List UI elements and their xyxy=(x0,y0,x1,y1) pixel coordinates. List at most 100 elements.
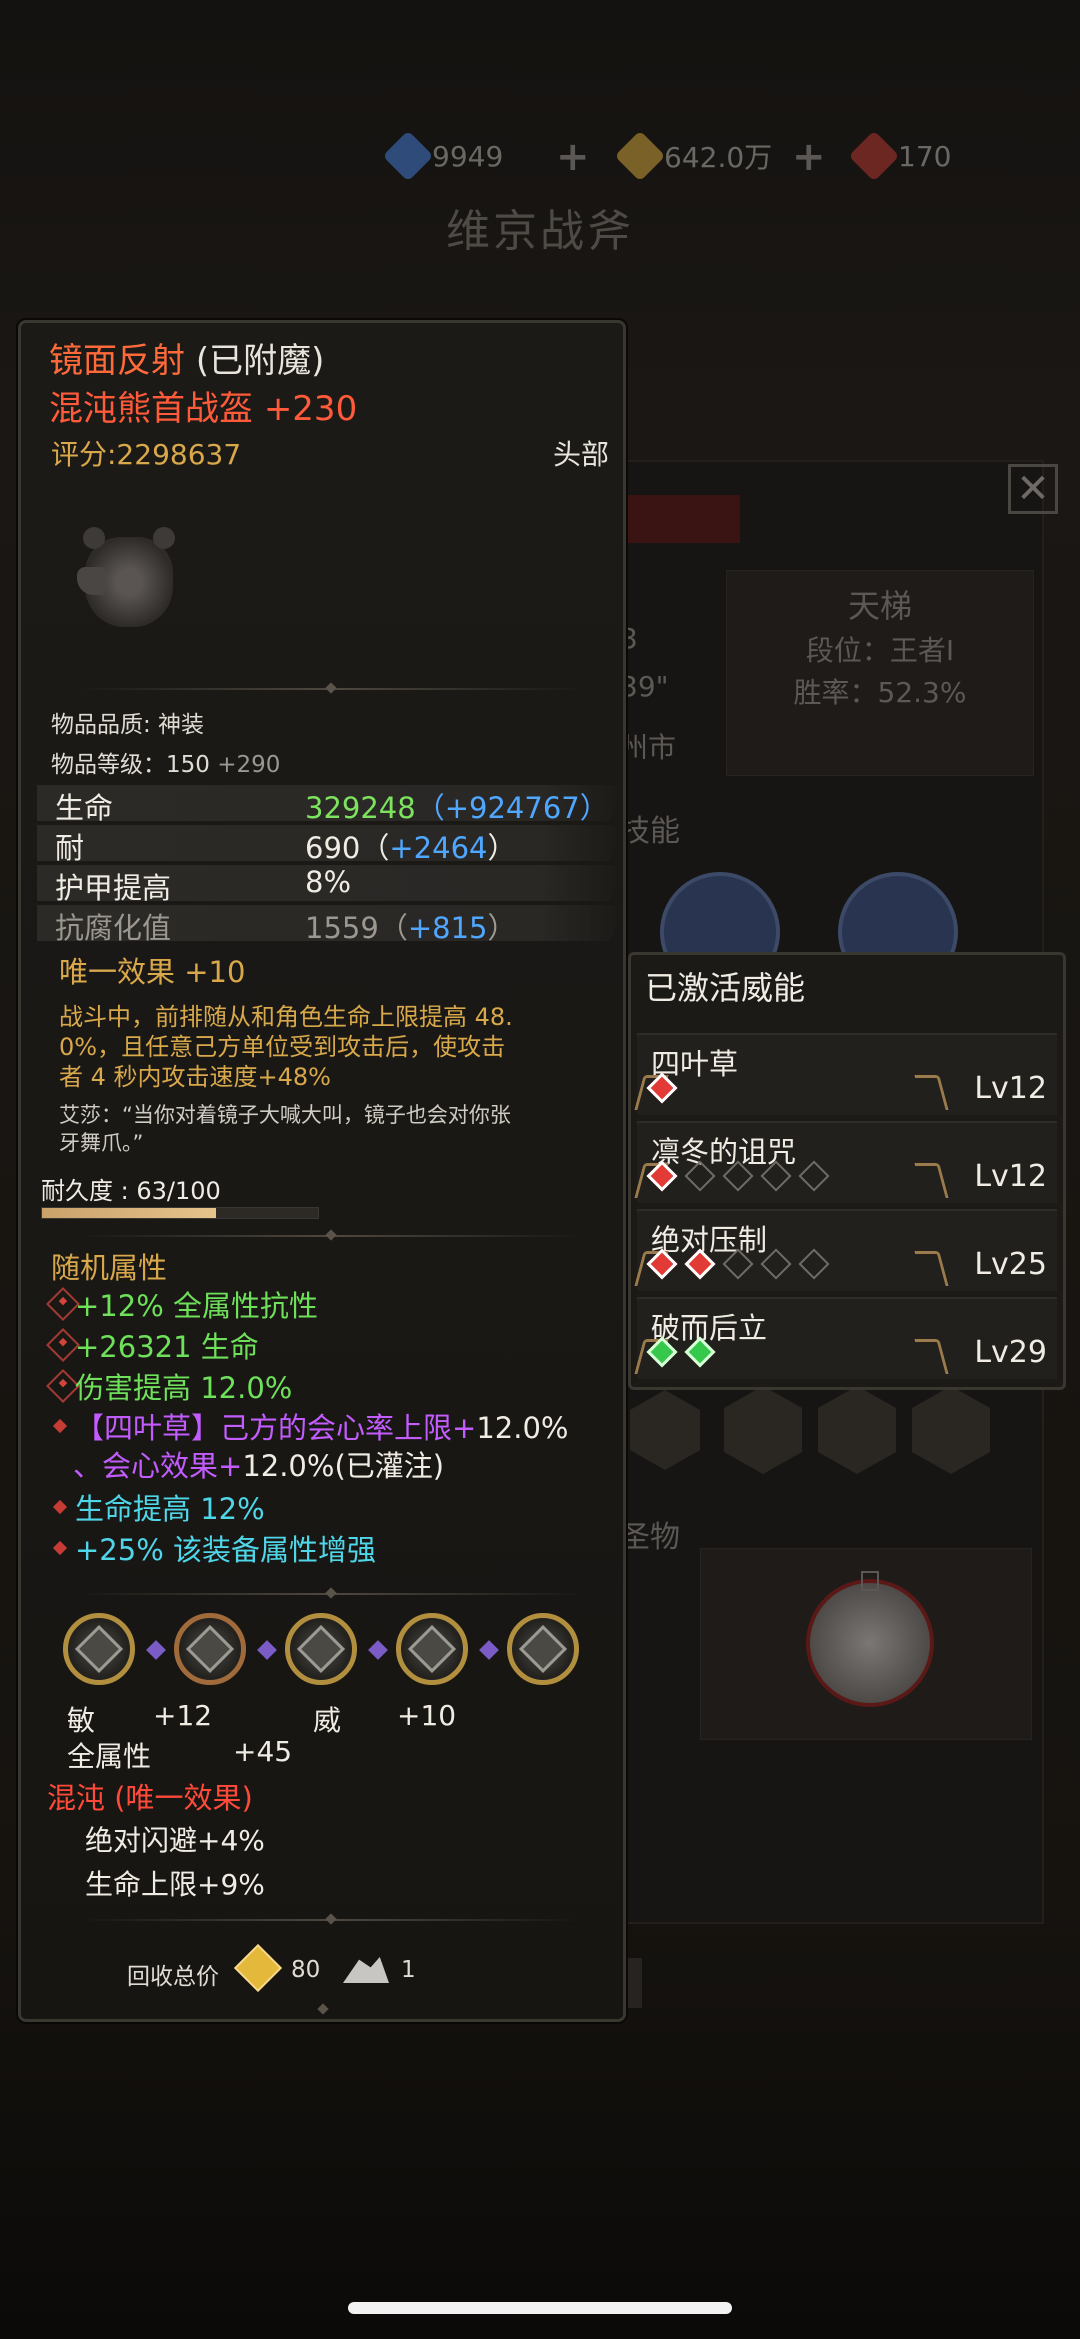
special-attr-text: 、会心效果+ xyxy=(73,1449,243,1483)
random-attr-title: 随机属性 xyxy=(51,1251,168,1285)
stat-value: 690 xyxy=(305,831,361,865)
item-tooltip: 镜面反射 (已附魔) 混沌熊首战盔 +230 评分:2298637 头部 物品品… xyxy=(18,320,627,2022)
power-row[interactable]: 四叶草 Lv12 xyxy=(634,1033,1057,1115)
enchant-name: 镜面反射 xyxy=(49,341,185,381)
extra-attr: +25% 该装备属性增强 xyxy=(75,1533,376,1567)
rune-stat-name: 敏 xyxy=(67,1704,96,1737)
rune-icon xyxy=(296,1624,346,1674)
chaos-effect: 绝对闪避+4% xyxy=(85,1824,265,1857)
stat-bracket: （ xyxy=(360,831,390,865)
close-icon: ✕ xyxy=(1016,466,1050,512)
chaos-effect: 生命上限+9% xyxy=(85,1868,265,1901)
stat-bracket: （ xyxy=(415,791,445,825)
rune-socket[interactable] xyxy=(174,1613,246,1685)
special-attr-text: 己方的会心率上限+ xyxy=(220,1411,477,1445)
stat-row-corruption: 抗腐化值 1559（+815） xyxy=(37,905,627,941)
rune-socket[interactable] xyxy=(285,1613,357,1685)
item-level-bonus: +290 xyxy=(217,752,281,778)
special-attr-tag: 【四叶草】 xyxy=(75,1411,221,1445)
divider-dot xyxy=(317,2003,329,2015)
stat-bonus: +2464 xyxy=(389,831,488,865)
stat-value: 329248 xyxy=(305,791,416,825)
crystal-counter: 170 xyxy=(848,130,952,182)
extra-attr: 生命提高 12% xyxy=(75,1492,265,1526)
bear-helmet-icon xyxy=(77,519,177,631)
recycle-dust: 1 xyxy=(401,1957,416,1983)
rune-icon xyxy=(185,1624,235,1674)
rune-link-icon xyxy=(368,1640,388,1660)
power-name: 绝对压制 xyxy=(651,1223,768,1257)
rune-stat-value: +12 xyxy=(153,1699,213,1732)
durability-label: 耐久度 : 63/100 xyxy=(41,1177,221,1205)
durability-fill xyxy=(42,1208,216,1218)
item-name: 混沌熊首战盔 xyxy=(49,389,253,429)
stat-name: 生命 xyxy=(55,791,114,825)
special-attr-value: 12.0% xyxy=(476,1411,569,1445)
rune-socket[interactable] xyxy=(63,1613,135,1685)
stat-value: 8% xyxy=(305,865,352,899)
stat-bracket: ） xyxy=(487,911,517,945)
stat-bonus: +924767 xyxy=(444,791,580,825)
stat-bracket: （ xyxy=(378,911,408,945)
unique-effect-title: 唯一效果 xyxy=(59,955,176,989)
power-level: Lv25 xyxy=(974,1247,1047,1282)
ladder-rank: 段位：王者I xyxy=(805,634,955,667)
rune-link-icon xyxy=(257,1640,277,1660)
item-plus: +230 xyxy=(263,389,358,429)
add-gold-button[interactable]: + xyxy=(792,134,826,180)
claw-icon xyxy=(914,1251,949,1286)
gold-coin-icon xyxy=(233,1943,283,1993)
blue-gem-value: 9949 xyxy=(432,139,504,173)
power-row[interactable]: 凛冬的诅咒 Lv12 xyxy=(634,1121,1057,1203)
power-level: Lv29 xyxy=(974,1335,1047,1370)
attr-bullet-icon xyxy=(52,1418,68,1434)
close-button[interactable]: ✕ xyxy=(1008,464,1058,514)
stat-row-armor: 护甲提高 8% xyxy=(37,865,627,901)
unique-effect-plus: +10 xyxy=(184,955,246,989)
power-row[interactable]: 破而后立 Lv29 xyxy=(634,1297,1057,1379)
power-row[interactable]: 绝对压制 Lv25 xyxy=(634,1209,1057,1291)
ladder-card: 天梯 段位：王者I 胜率：52.3% xyxy=(726,570,1034,776)
random-attr: +12% 全属性抗性 xyxy=(75,1289,318,1323)
rune-stat-name: 全属性 xyxy=(67,1740,152,1773)
special-attr-value: 12.0%(已灌注) xyxy=(242,1449,445,1483)
page-title: 维京战斧 xyxy=(446,206,634,257)
crystal-value: 170 xyxy=(898,139,952,173)
rune-socket[interactable] xyxy=(396,1613,468,1685)
durability-bar xyxy=(41,1207,319,1219)
rune-socket[interactable] xyxy=(507,1613,579,1685)
add-gem-button[interactable]: + xyxy=(556,134,590,180)
home-indicator[interactable] xyxy=(348,2302,732,2314)
rune-stat-value: +10 xyxy=(397,1699,457,1732)
rune-link-icon xyxy=(146,1640,166,1660)
red-tab[interactable] xyxy=(620,495,740,543)
recycle-label: 回收总价 xyxy=(127,1964,219,1990)
rune-icon xyxy=(74,1624,124,1674)
item-slot: 头部 xyxy=(552,438,609,471)
relic-card[interactable] xyxy=(700,1548,1032,1740)
claw-icon xyxy=(914,1163,949,1198)
random-attr: 伤害提高 12.0% xyxy=(75,1371,293,1405)
unique-effect-desc: 者 4 秒内攻击速度+48% xyxy=(59,1063,331,1091)
empty-pip-icon xyxy=(798,1248,830,1280)
stat-value: 1559 xyxy=(305,911,379,945)
claw-icon xyxy=(914,1339,949,1374)
ladder-title: 天梯 xyxy=(847,587,912,625)
item-level: 150 xyxy=(166,752,210,778)
random-attr: +26321 生命 xyxy=(75,1330,259,1364)
empty-pip-icon xyxy=(798,1160,830,1192)
stat-bracket: ） xyxy=(487,831,517,865)
red-crystal-icon xyxy=(848,130,900,182)
blue-gem-icon xyxy=(382,130,434,182)
flavor-quote: 艾莎：“当你对着镜子大喊大叫，镜子也会对你张 xyxy=(59,1103,511,1127)
rune-stat-name: 威 xyxy=(313,1704,342,1737)
dust-icon xyxy=(343,1957,389,1983)
ladder-winrate: 胜率：52.3% xyxy=(793,676,967,709)
attr-bullet-icon xyxy=(52,1540,68,1556)
power-level: Lv12 xyxy=(974,1071,1047,1106)
blue-gem-counter: 9949 xyxy=(382,130,504,182)
gold-value: 642.0万 xyxy=(664,141,773,174)
item-score: 评分:2298637 xyxy=(51,438,242,471)
stat-bracket: ） xyxy=(579,791,609,825)
item-level-label: 物品等级： xyxy=(51,752,166,778)
